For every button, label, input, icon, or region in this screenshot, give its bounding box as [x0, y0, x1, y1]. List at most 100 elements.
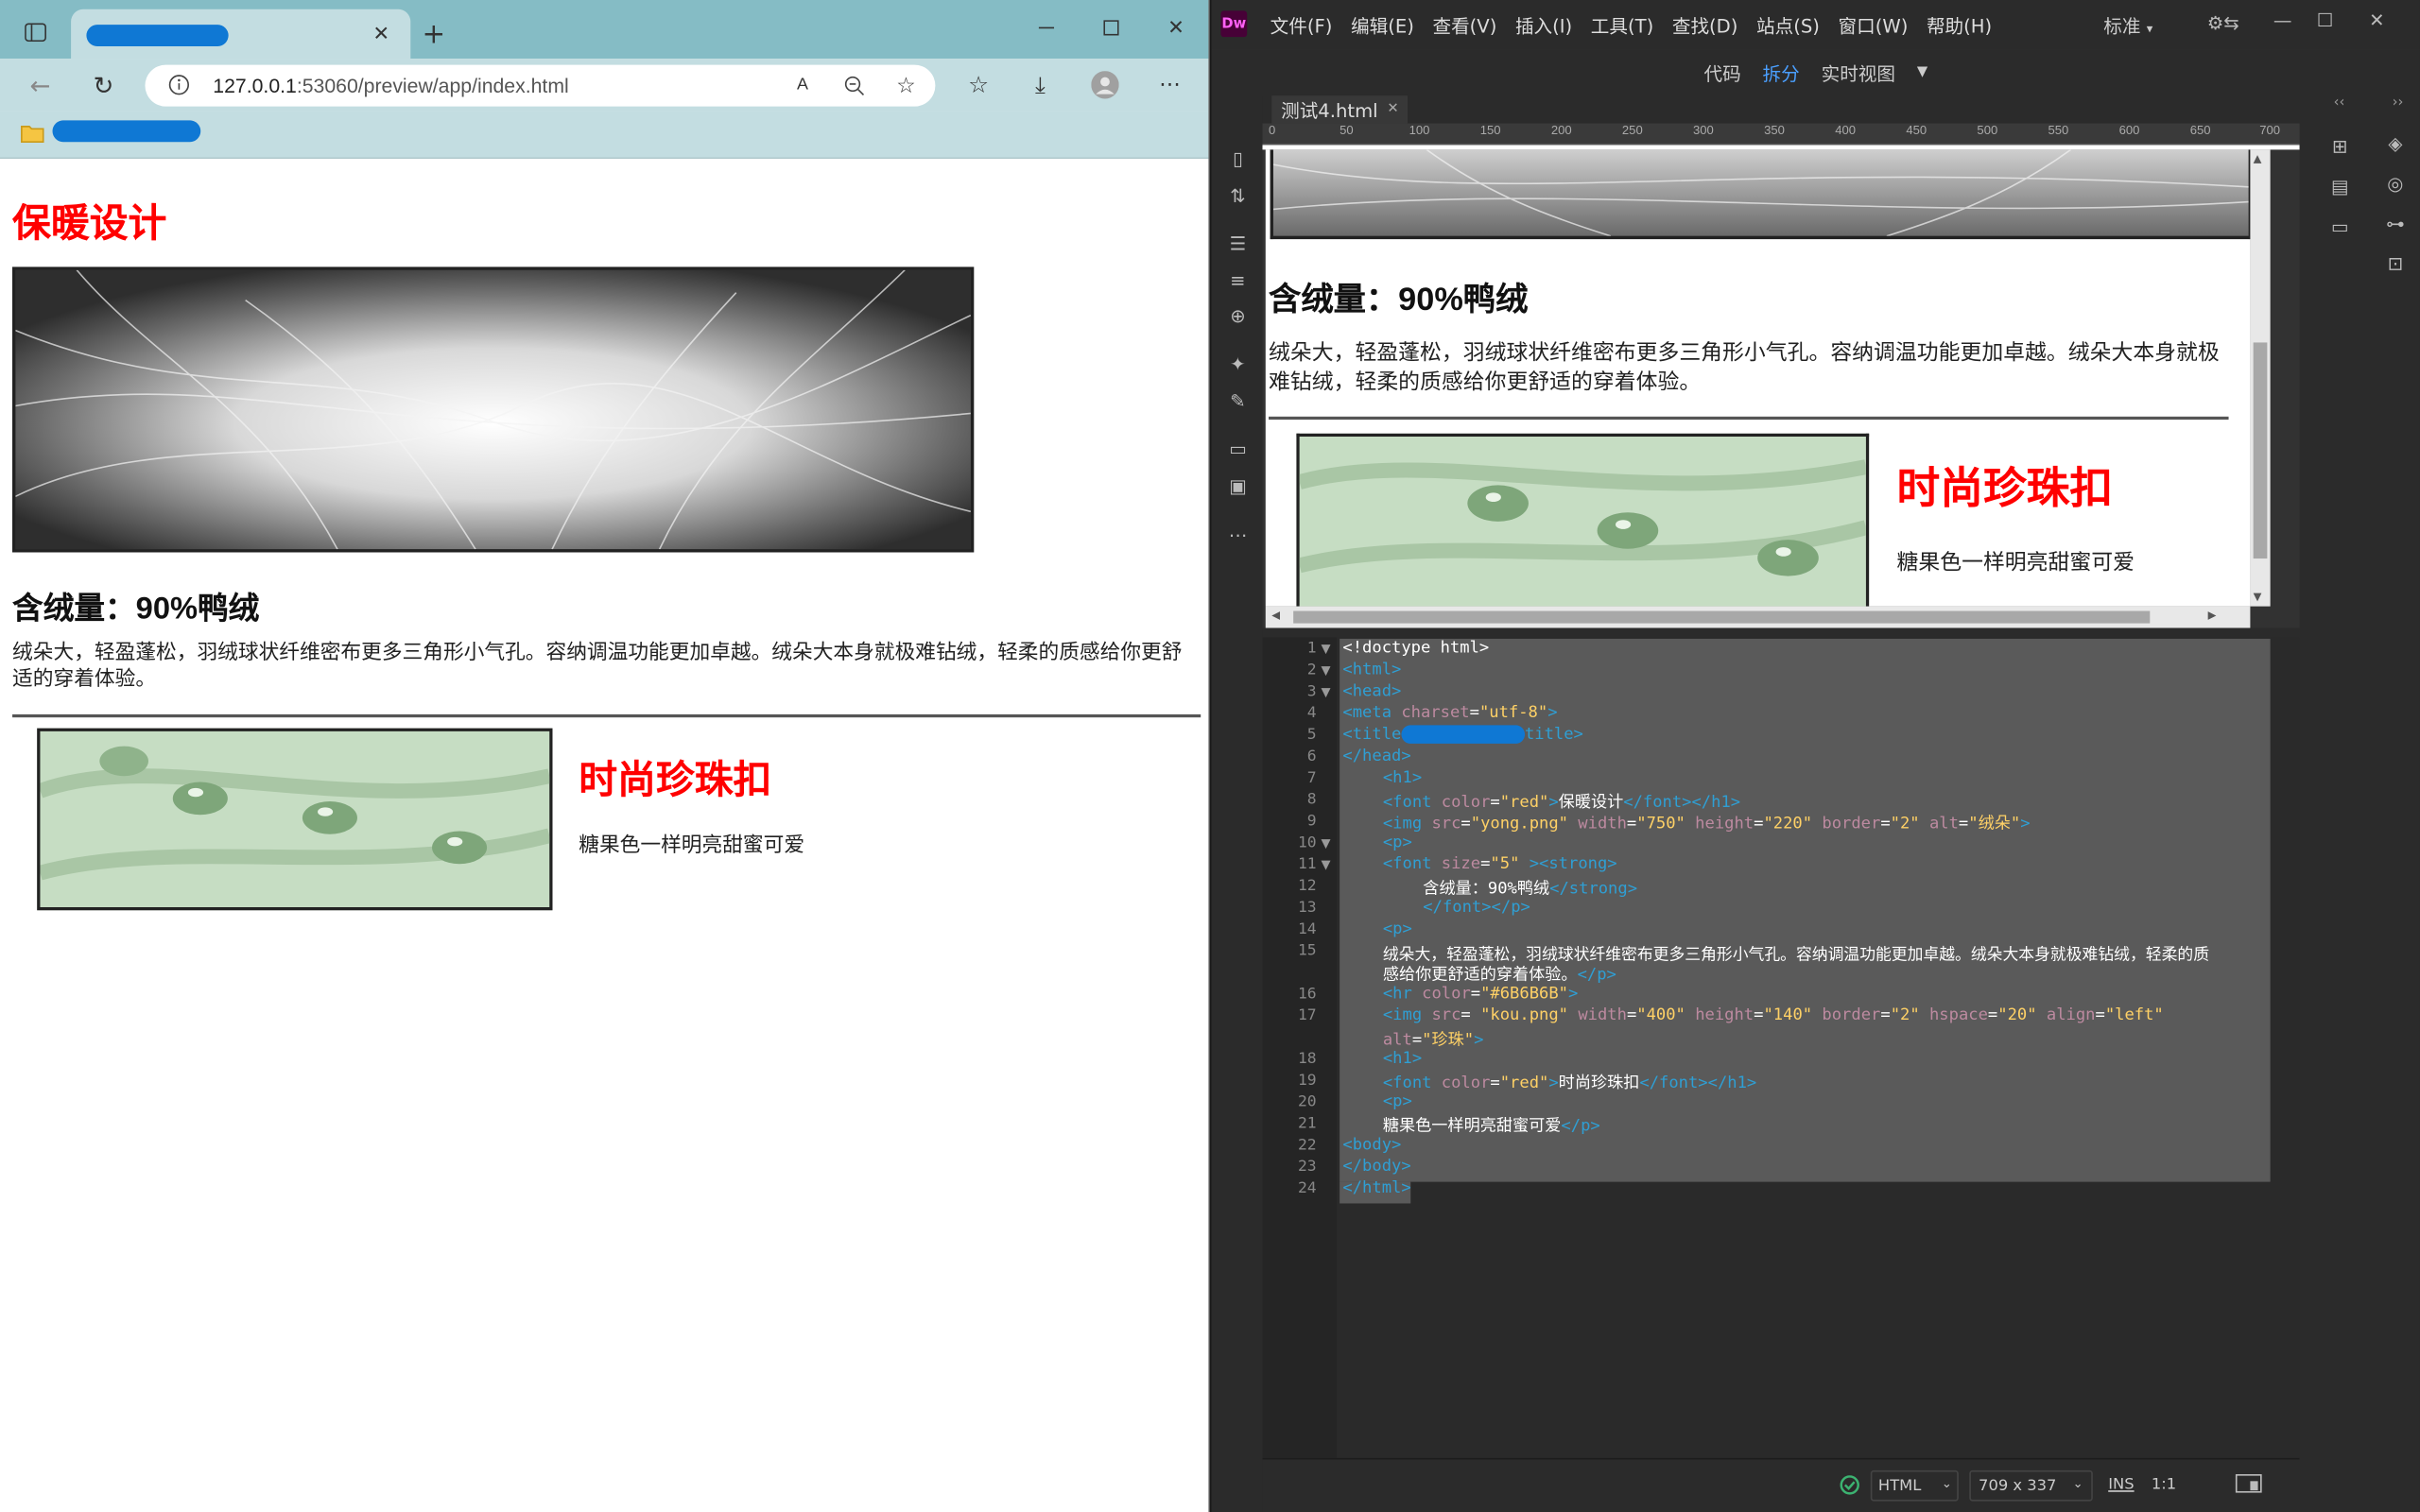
- menu-help[interactable]: 帮助(H): [1927, 11, 1992, 38]
- view-live-button[interactable]: 实时视图: [1822, 60, 1895, 86]
- fold-arrow-icon[interactable]: ▼: [1322, 642, 1331, 656]
- menu-insert[interactable]: 插入(I): [1515, 11, 1572, 38]
- more-menu-icon[interactable]: ⋯: [1154, 69, 1185, 100]
- profile-avatar-icon[interactable]: [1090, 69, 1121, 100]
- dom-tree-icon[interactable]: ⊞: [2325, 132, 2353, 160]
- down-content-heading: 含绒量：90%鸭绒: [12, 592, 260, 627]
- no-errors-icon[interactable]: [1840, 1475, 1859, 1495]
- line-number: 6: [1306, 747, 1317, 765]
- code-line: <font color="red">保暖设计</font></h1>: [1382, 793, 1741, 812]
- fold-arrow-icon[interactable]: ▼: [1322, 685, 1331, 699]
- code-line: 感给你更舒适的穿着体验。</p>: [1382, 966, 1616, 985]
- dw-logo: Dw: [1220, 10, 1248, 38]
- brush-icon[interactable]: ✎: [1224, 387, 1252, 415]
- read-aloud-icon[interactable]: A: [790, 73, 815, 97]
- close-window-icon[interactable]: ✕: [2369, 9, 2384, 31]
- zoom-icon[interactable]: [841, 73, 866, 97]
- minimize-icon[interactable]: [1031, 12, 1063, 43]
- more-tools-icon[interactable]: ⋯: [1224, 522, 1252, 549]
- scrollbar-thumb[interactable]: [2253, 342, 2268, 559]
- code-view-pane[interactable]: 1 2 3 4 5 6 7 8 9 10 11 12 13 14 15 16 1…: [1262, 637, 2300, 1458]
- scroll-down-icon[interactable]: ▼: [2254, 591, 2262, 603]
- ruler-tick: 450: [1906, 123, 1927, 138]
- download-icon[interactable]: ⤓: [1025, 69, 1056, 100]
- file-icon[interactable]: ▯: [1224, 145, 1252, 172]
- collapse-panel-icon[interactable]: ››: [2393, 95, 2404, 111]
- target-icon[interactable]: ⊕: [1224, 302, 1252, 330]
- sync-settings-icon[interactable]: ⚙⇆: [2207, 12, 2239, 34]
- down-description: 绒朵大，轻盈蓬松，羽绒球状纤维密布更多三角形小气孔。容纳调温功能更加卓越。绒朵大…: [12, 642, 1183, 692]
- new-tab-icon[interactable]: +: [418, 18, 449, 50]
- add-favorite-icon[interactable]: ☆: [893, 72, 918, 97]
- code-snippets-icon[interactable]: ▭: [2325, 213, 2353, 240]
- line-number: 4: [1306, 705, 1317, 723]
- menu-tools[interactable]: 工具(T): [1591, 11, 1653, 38]
- pearl-graphic: [1299, 437, 1866, 607]
- menu-view[interactable]: 查看(V): [1432, 11, 1496, 38]
- menu-site[interactable]: 站点(S): [1756, 11, 1820, 38]
- comment-icon[interactable]: ▭: [1224, 435, 1252, 462]
- view-code-button[interactable]: 代码: [1703, 60, 1740, 86]
- line-number: 7: [1306, 769, 1317, 787]
- view-split-button[interactable]: 拆分: [1763, 60, 1800, 86]
- close-window-icon[interactable]: ✕: [1161, 12, 1192, 43]
- files-icon[interactable]: ⊡: [2381, 249, 2409, 277]
- insert-mode-indicator[interactable]: INS: [2108, 1476, 2134, 1493]
- fold-arrow-icon[interactable]: ▼: [1322, 858, 1331, 872]
- redacted-title: [1401, 725, 1525, 744]
- close-tab-icon[interactable]: ✕: [1387, 102, 1398, 117]
- code-line: <p>: [1382, 919, 1412, 938]
- list-icon[interactable]: ☰: [1224, 230, 1252, 257]
- folder-icon[interactable]: [19, 120, 46, 145]
- scrollbar-thumb[interactable]: [1293, 610, 2151, 624]
- scroll-left-icon[interactable]: ◀: [1271, 610, 1280, 622]
- document-type-select[interactable]: HTML ⌄: [1870, 1469, 1959, 1502]
- sync-arrows-icon[interactable]: ⇅: [1224, 182, 1252, 210]
- code-line: </font></p>: [1423, 898, 1530, 917]
- horizontal-ruler: 0 50 100 150 200 250 300 350 400 450 500…: [1262, 123, 2300, 146]
- menu-file[interactable]: 文件(F): [1270, 11, 1333, 38]
- line-number: 12: [1297, 877, 1317, 895]
- menu-find[interactable]: 查找(D): [1672, 11, 1738, 38]
- fold-arrow-icon[interactable]: ▼: [1322, 836, 1331, 850]
- split-divider[interactable]: [1262, 627, 2300, 638]
- url-field[interactable]: 127.0.0.1:53060/preview/app/index.html A…: [145, 64, 936, 107]
- back-icon[interactable]: ←: [25, 69, 56, 100]
- maximize-icon[interactable]: ☐: [2317, 9, 2334, 31]
- fold-arrow-icon[interactable]: ▼: [1322, 663, 1331, 678]
- redacted-tab-title: [86, 25, 229, 46]
- site-info-icon[interactable]: [166, 73, 191, 97]
- line-number: 3: [1306, 683, 1317, 701]
- document-tab[interactable]: 测试4.html ✕: [1271, 95, 1409, 124]
- line-number: 2: [1306, 662, 1317, 679]
- live-view-horizontal-scrollbar[interactable]: ◀ ▶: [1265, 606, 2251, 628]
- cc-libraries-icon[interactable]: ◎: [2381, 170, 2409, 198]
- favorites-icon[interactable]: ☆: [963, 69, 994, 100]
- collapse-panel-icon[interactable]: ‹‹: [2334, 95, 2345, 111]
- insert-panel-icon[interactable]: ◈: [2381, 129, 2409, 157]
- menu-edit[interactable]: 编辑(E): [1351, 11, 1414, 38]
- assets-icon[interactable]: ▤: [2325, 173, 2353, 200]
- indent-icon[interactable]: ≡: [1224, 266, 1252, 294]
- live-view-dropdown-icon[interactable]: ▼: [1917, 65, 1927, 80]
- live-view-vertical-scrollbar[interactable]: ▲ ▼: [2250, 149, 2271, 607]
- preview-device-icon[interactable]: [2235, 1473, 2262, 1495]
- minimize-icon[interactable]: —: [2273, 9, 2292, 31]
- sitemap-icon[interactable]: ⊶: [2381, 210, 2409, 237]
- maximize-icon[interactable]: [1096, 12, 1127, 43]
- browser-tab-active[interactable]: ✕: [71, 9, 411, 60]
- refresh-icon[interactable]: ↻: [88, 69, 119, 100]
- sidebar-toggle-icon[interactable]: [22, 19, 49, 46]
- menu-window[interactable]: 窗口(W): [1839, 11, 1909, 38]
- scroll-right-icon[interactable]: ▶: [2208, 610, 2217, 622]
- dw-menu-bar: Dw 文件(F) 编辑(E) 查看(V) 插入(I) 工具(T) 查找(D) 站…: [1211, 0, 2420, 50]
- validate-icon[interactable]: ▣: [1224, 472, 1252, 500]
- close-tab-icon[interactable]: ✕: [368, 20, 395, 47]
- window-size-select[interactable]: 709 x 337 ⌄: [1969, 1469, 2093, 1502]
- redacted-favorite[interactable]: [52, 120, 201, 143]
- workspace-dropdown[interactable]: 标准 ▾: [2103, 12, 2152, 39]
- ruler-tick: 400: [1835, 123, 1857, 138]
- code-line: <font color="red">时尚珍珠扣</font></h1>: [1382, 1074, 1757, 1092]
- scroll-up-icon[interactable]: ▲: [2254, 153, 2262, 165]
- wand-icon[interactable]: ✦: [1224, 351, 1252, 378]
